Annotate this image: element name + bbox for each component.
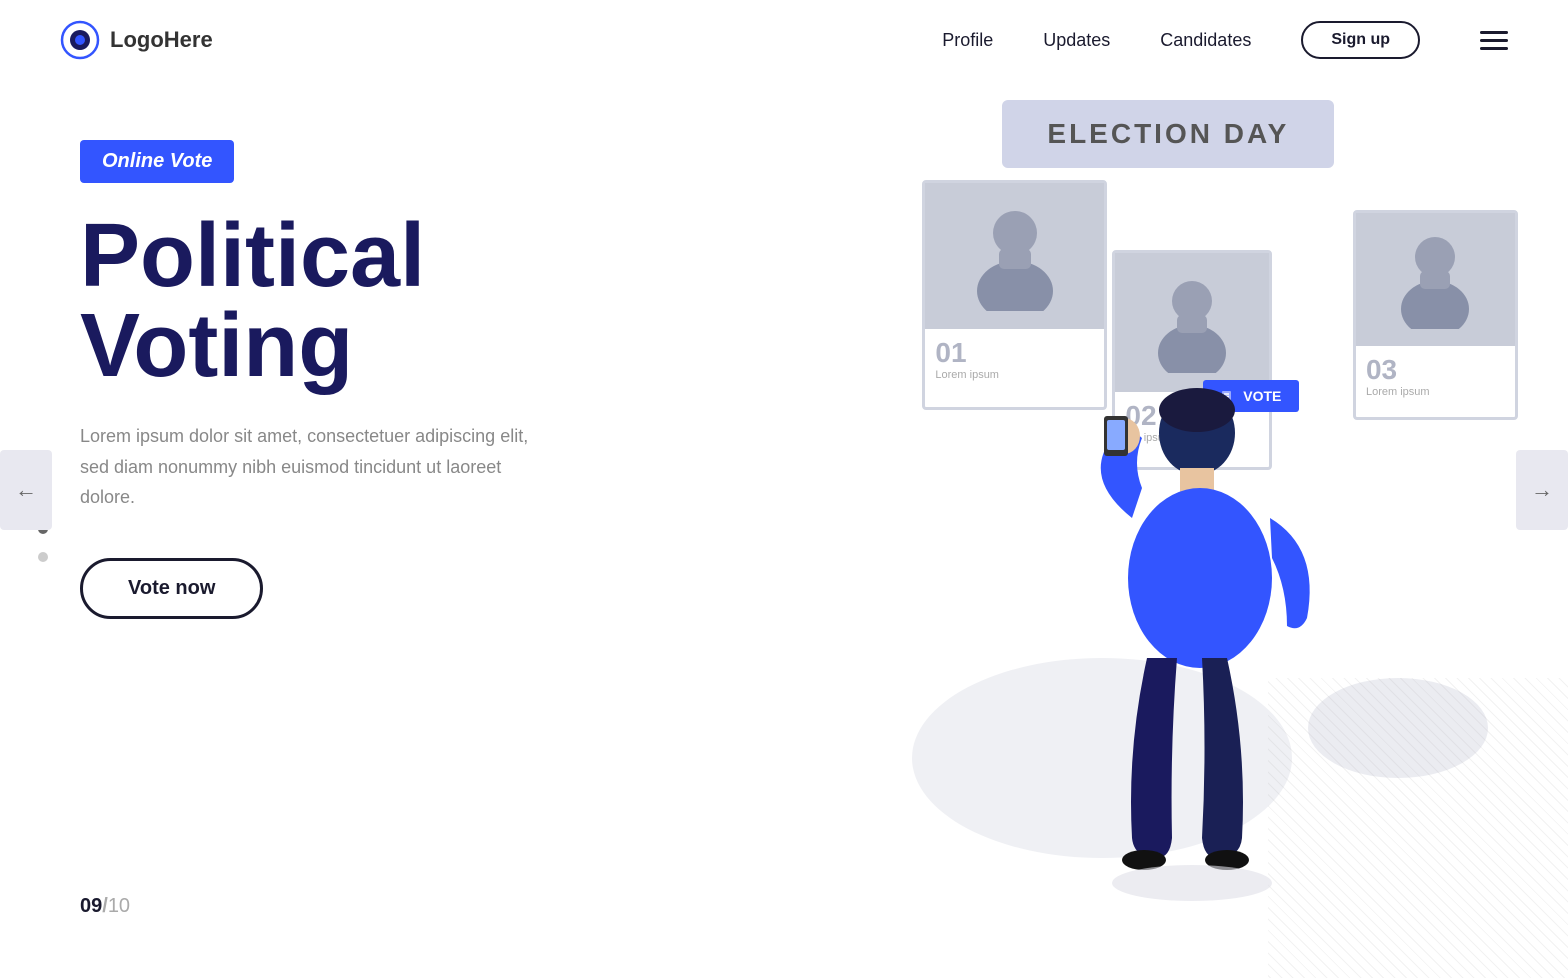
nav-link-profile[interactable]: Profile xyxy=(942,30,993,51)
signup-button[interactable]: Sign up xyxy=(1301,21,1420,59)
card-photo-3 xyxy=(1356,213,1515,346)
nav-link-candidates[interactable]: Candidates xyxy=(1160,30,1251,51)
right-illustration: ELECTION DAY 01 Lorem ipsum xyxy=(862,80,1568,978)
left-content: Online Vote Political Voting Lorem ipsum… xyxy=(0,80,862,978)
person-figure xyxy=(1052,348,1332,928)
hamburger-menu[interactable] xyxy=(1480,31,1508,50)
election-banner-text: ELECTION DAY xyxy=(1047,118,1289,149)
header: LogoHere Profile Updates Candidates Sign… xyxy=(0,0,1568,80)
pagination: 09/10 xyxy=(80,895,130,918)
nav-arrow-left[interactable]: ← xyxy=(0,450,52,530)
person-svg xyxy=(1052,348,1332,928)
person-illustration-1 xyxy=(965,201,1065,311)
logo: LogoHere xyxy=(60,20,213,60)
nav-arrow-right[interactable]: → xyxy=(1516,450,1568,530)
candidate-card-3: 03 Lorem ipsum xyxy=(1353,210,1518,420)
online-vote-badge: Online Vote xyxy=(80,140,234,183)
pagination-current: 09 xyxy=(80,895,102,917)
main-content: Online Vote Political Voting Lorem ipsum… xyxy=(0,80,1568,978)
election-banner: ELECTION DAY xyxy=(1002,100,1334,168)
card-info-3: 03 Lorem ipsum xyxy=(1356,346,1515,406)
card-photo-1 xyxy=(925,183,1104,329)
nav-link-updates[interactable]: Updates xyxy=(1043,30,1110,51)
main-nav: Profile Updates Candidates Sign up xyxy=(942,21,1508,59)
hero-description: Lorem ipsum dolor sit amet, consectetuer… xyxy=(80,421,560,513)
person-illustration-3 xyxy=(1390,229,1480,329)
logo-text: LogoHere xyxy=(110,27,213,53)
arrow-left-icon: ← xyxy=(15,477,37,503)
arrow-right-icon: → xyxy=(1531,477,1553,503)
vote-now-button[interactable]: Vote now xyxy=(80,558,263,619)
logo-icon xyxy=(60,20,100,60)
card-lorem-3: Lorem ipsum xyxy=(1366,386,1505,398)
main-title: Political Voting xyxy=(80,211,802,391)
card-number-3: 03 xyxy=(1366,354,1505,386)
